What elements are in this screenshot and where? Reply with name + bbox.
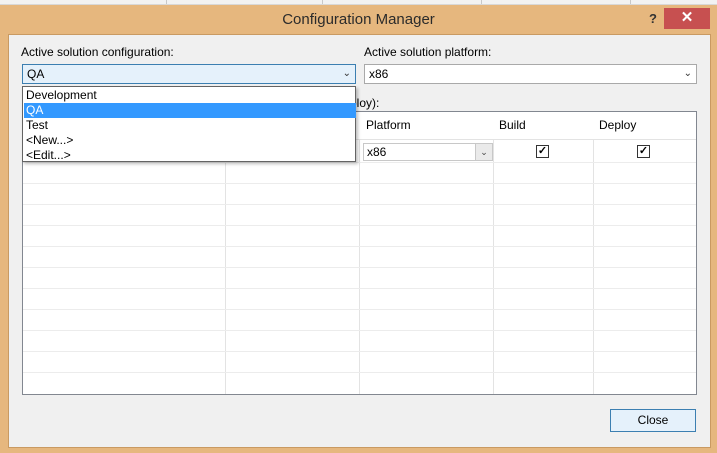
close-button[interactable]: Close [610, 409, 696, 432]
window-title: Configuration Manager [282, 11, 435, 28]
active-solution-platform-combo[interactable]: x86 ⌄ [364, 64, 697, 84]
dropdown-option-test[interactable]: Test [24, 118, 356, 133]
dropdown-option-development[interactable]: Development [24, 88, 356, 103]
title-bar: Configuration Manager ? ✕ [0, 4, 717, 34]
chevron-down-icon: ⌄ [342, 68, 351, 79]
active-solution-platform-label: Active solution platform: [364, 45, 492, 59]
configuration-value: QA [27, 67, 45, 81]
active-solution-configuration-combo[interactable]: QA ⌄ [22, 64, 356, 84]
dropdown-option-qa[interactable]: QA [24, 103, 356, 118]
column-header-build[interactable]: Build [499, 118, 526, 132]
chevron-down-icon[interactable]: ⌄ [475, 144, 492, 160]
deploy-checkbox[interactable]: ✓ [637, 145, 650, 158]
column-header-deploy[interactable]: Deploy [599, 118, 636, 132]
help-button[interactable]: ? [640, 9, 666, 29]
active-solution-configuration-label: Active solution configuration: [21, 45, 174, 59]
dialog-body: Active solution configuration: QA ⌄ Acti… [8, 34, 711, 448]
platform-value: x86 [369, 67, 389, 81]
column-header-platform[interactable]: Platform [366, 118, 411, 132]
check-icon: ✓ [537, 145, 548, 157]
dropdown-option-new[interactable]: <New...> [24, 133, 356, 148]
window-frame-bottom [0, 448, 717, 453]
row-platform-value: x86 [367, 145, 387, 159]
row-platform-combo[interactable]: x86 ⌄ [363, 143, 493, 161]
check-icon: ✓ [638, 145, 649, 157]
window-close-button[interactable]: ✕ [664, 8, 710, 29]
build-checkbox[interactable]: ✓ [536, 145, 549, 158]
chevron-down-icon: ⌄ [683, 68, 692, 79]
configuration-dropdown-list: Development QA Test <New...> <Edit...> [22, 86, 356, 162]
dropdown-option-edit[interactable]: <Edit...> [24, 148, 356, 163]
